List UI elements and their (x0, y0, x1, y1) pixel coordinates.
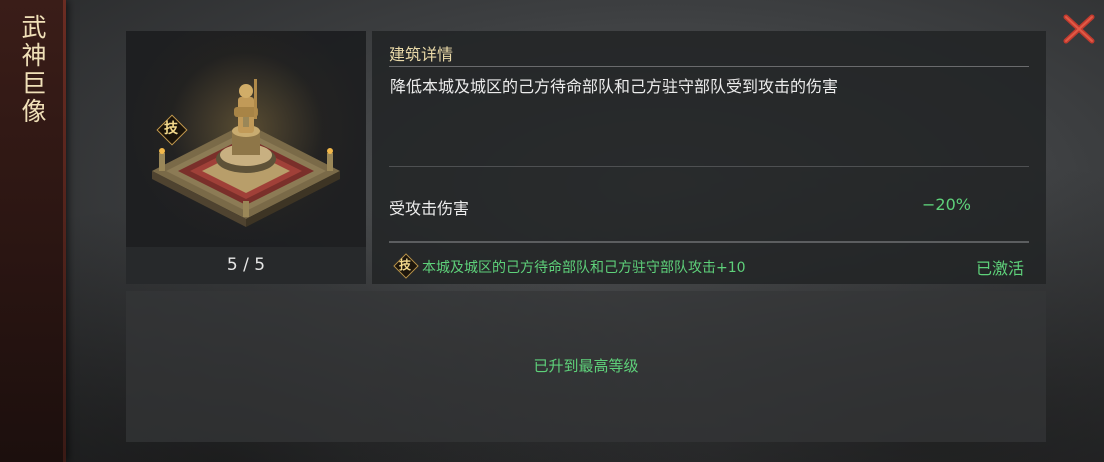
details-title: 建筑详情 (389, 45, 454, 64)
side-banner: 武神巨像 (0, 0, 66, 462)
stat-value: −20% (922, 195, 971, 214)
skill-status-badge: 已激活 (976, 259, 1025, 278)
building-description: 降低本城及城区的己方待命部队和己方驻守部队受到攻击的伤害 (390, 77, 839, 96)
divider (389, 241, 1029, 243)
tech-skill-icon: 技 (393, 253, 419, 279)
tech-badge: 技 (156, 114, 188, 146)
max-level-message: 已升到最高等级 (533, 357, 639, 375)
building-details-panel: 建筑详情 降低本城及城区的己方待命部队和己方驻守部队受到攻击的伤害 受攻击伤害 … (372, 31, 1046, 284)
stat-label: 受攻击伤害 (389, 199, 470, 218)
building-name: 武神巨像 (21, 13, 47, 126)
upgrade-panel: 已升到最高等级 (126, 291, 1046, 442)
divider (389, 66, 1029, 67)
close-icon (1063, 14, 1095, 44)
tech-badge-label: 技 (164, 121, 178, 137)
skill-badge-label: 技 (398, 258, 411, 272)
skill-bonus-text: 本城及城区的己方待命部队和己方驻守部队攻击+10 (422, 260, 746, 276)
close-button[interactable] (1062, 14, 1096, 44)
building-level: 5 / 5 (126, 247, 366, 284)
building-image-card: 技 5 / 5 (126, 31, 366, 284)
divider (389, 166, 1029, 167)
